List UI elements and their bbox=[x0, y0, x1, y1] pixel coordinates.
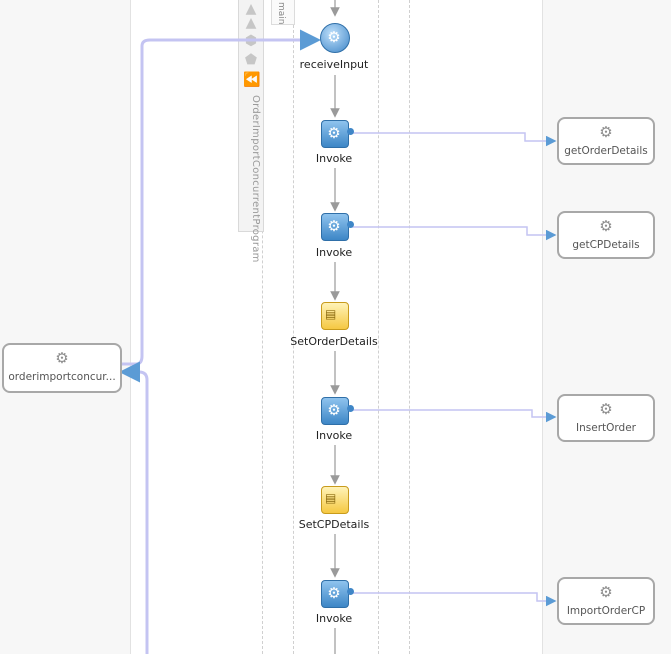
client-partner-link[interactable]: ⚙ orderimportconcur... bbox=[2, 343, 122, 393]
gear-icon: ⚙ bbox=[599, 123, 613, 141]
activity-label: Invoke bbox=[315, 612, 353, 625]
partner-link-insertorder[interactable]: ⚙ InsertOrder bbox=[557, 394, 655, 442]
partner-link-getcpdetails[interactable]: ⚙ getCPDetails bbox=[557, 211, 655, 259]
assign-activity[interactable]: ▤ bbox=[320, 301, 350, 331]
activity-label: receiveInput bbox=[299, 58, 369, 71]
activity-label: Invoke bbox=[315, 429, 353, 442]
gear-icon: ⚙ bbox=[327, 401, 341, 419]
invoke-port[interactable] bbox=[347, 128, 354, 135]
invoke-port[interactable] bbox=[347, 405, 354, 412]
partner-name: getCPDetails bbox=[572, 239, 640, 251]
gear-icon: ⚙ bbox=[599, 217, 613, 235]
invoke-activity[interactable]: ⚙ bbox=[320, 579, 354, 609]
invoke-link bbox=[352, 132, 557, 147]
activity-label: SetOrderDetails bbox=[290, 335, 378, 348]
invoke-port[interactable] bbox=[347, 221, 354, 228]
activity-label: SetCPDetails bbox=[298, 518, 370, 531]
invoke-activity[interactable]: ⚙ bbox=[320, 396, 354, 426]
partner-link-callback bbox=[119, 361, 149, 654]
invoke-activity[interactable]: ⚙ bbox=[320, 212, 354, 242]
activity-label: Invoke bbox=[315, 246, 353, 259]
gear-icon: ⚙ bbox=[327, 28, 341, 46]
activity-label: Invoke bbox=[315, 152, 353, 165]
partner-name: getOrderDetails bbox=[564, 145, 648, 157]
partner-link-request bbox=[121, 29, 321, 366]
invoke-link bbox=[352, 592, 557, 607]
invoke-activity[interactable]: ⚙ bbox=[320, 119, 354, 149]
invoke-link bbox=[352, 226, 557, 241]
gear-icon: ⚙ bbox=[599, 583, 613, 601]
gear-icon: ⚙ bbox=[599, 400, 613, 418]
gear-icon: ⚙ bbox=[327, 217, 341, 235]
assign-icon: ▤ bbox=[325, 491, 337, 505]
bpel-designer-canvas[interactable]: ▲ ▲ ⬢ ⬟ ⏪ OrderImportConcurrentProgram m… bbox=[0, 0, 671, 654]
assign-icon: ▤ bbox=[325, 307, 337, 321]
partner-name: ImportOrderCP bbox=[566, 605, 646, 617]
partner-link-getorderdetails[interactable]: ⚙ getOrderDetails bbox=[557, 117, 655, 165]
invoke-link bbox=[352, 409, 557, 423]
assign-activity[interactable]: ▤ bbox=[320, 485, 350, 515]
partner-name: InsertOrder bbox=[576, 422, 636, 434]
partner-name: orderimportconcur... bbox=[8, 371, 116, 383]
receive-activity[interactable]: ⚙ bbox=[320, 23, 350, 53]
invoke-port[interactable] bbox=[347, 588, 354, 595]
gear-icon: ⚙ bbox=[327, 124, 341, 142]
gear-icon: ⚙ bbox=[327, 584, 341, 602]
gear-icon: ⚙ bbox=[55, 349, 69, 367]
partner-link-importordercp[interactable]: ⚙ ImportOrderCP bbox=[557, 577, 655, 625]
